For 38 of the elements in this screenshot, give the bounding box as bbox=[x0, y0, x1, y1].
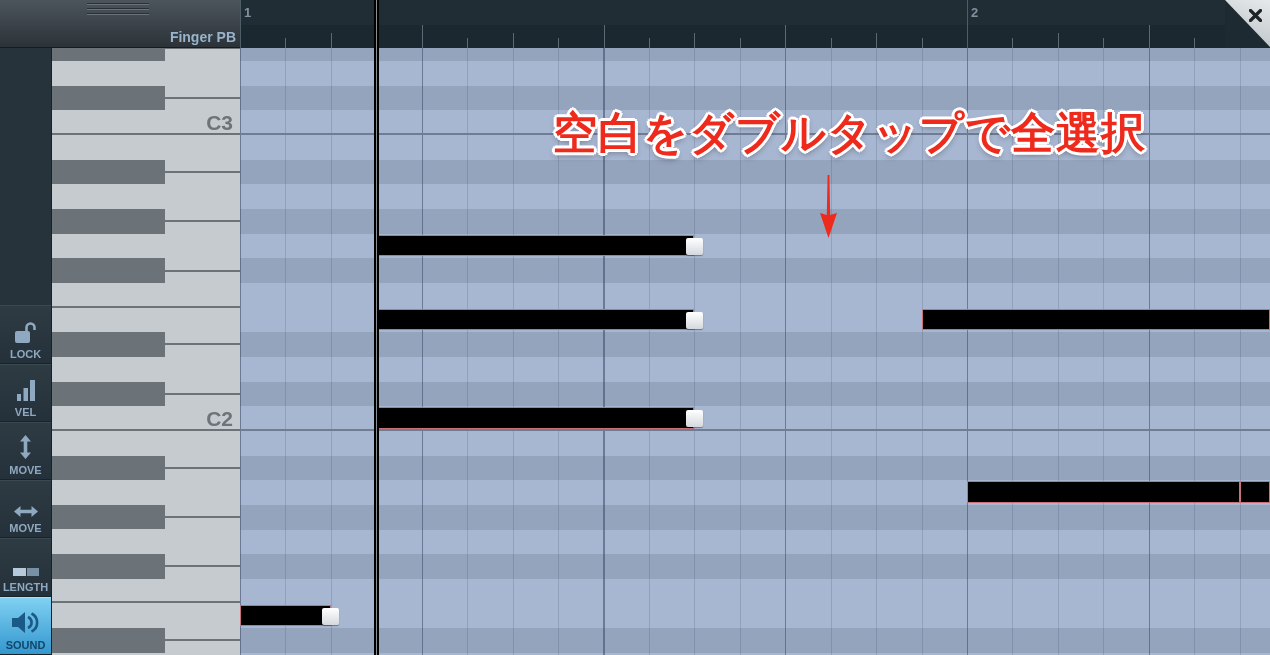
sound-tool-button[interactable]: SOUND bbox=[0, 596, 51, 655]
midi-note[interactable] bbox=[376, 407, 695, 429]
resize-handle[interactable] bbox=[322, 607, 340, 625]
close-icon bbox=[1249, 9, 1262, 22]
sharp-key[interactable] bbox=[52, 85, 165, 111]
vertical-move-button[interactable]: MOVE bbox=[0, 421, 51, 481]
midi-note[interactable] bbox=[376, 234, 695, 257]
sharp-key[interactable] bbox=[52, 208, 165, 234]
midi-note[interactable] bbox=[376, 308, 695, 331]
playhead[interactable] bbox=[373, 0, 379, 655]
sharp-key[interactable] bbox=[52, 159, 165, 185]
piano-keyboard[interactable]: C3 C2 bbox=[52, 48, 240, 655]
key-label: C3 bbox=[206, 111, 234, 134]
length-tool-button[interactable]: LENGTH bbox=[0, 538, 51, 597]
horizontal-move-button[interactable]: MOVE bbox=[0, 480, 51, 539]
key-label: C2 bbox=[206, 407, 234, 430]
close-button[interactable] bbox=[1225, 0, 1270, 47]
sharp-key[interactable] bbox=[52, 455, 165, 481]
lock-tool-button[interactable]: LOCK bbox=[0, 305, 51, 364]
midi-note[interactable] bbox=[240, 604, 331, 627]
vertical-arrows-icon bbox=[20, 435, 31, 460]
midi-note[interactable] bbox=[1239, 481, 1270, 503]
length-bar-icon bbox=[12, 567, 39, 576]
bar-number: 1 bbox=[244, 5, 252, 20]
midi-note[interactable] bbox=[921, 308, 1270, 331]
speaker-icon bbox=[11, 611, 40, 634]
sharp-key[interactable] bbox=[52, 381, 165, 407]
callout-text: 空白をダブルタップで全選択 bbox=[553, 107, 1146, 159]
grip-icon bbox=[87, 3, 149, 15]
velocity-tool-button[interactable]: VEL bbox=[0, 363, 51, 422]
bar-number: 2 bbox=[971, 5, 979, 20]
midi-note[interactable] bbox=[967, 481, 1240, 503]
open-lock-icon bbox=[14, 321, 37, 343]
bar-chart-icon bbox=[16, 379, 35, 401]
horizontal-arrows-icon bbox=[13, 506, 38, 518]
sharp-key[interactable] bbox=[52, 504, 165, 530]
track-name: Finger PB bbox=[169, 29, 236, 45]
arrow-down-icon bbox=[820, 175, 837, 238]
